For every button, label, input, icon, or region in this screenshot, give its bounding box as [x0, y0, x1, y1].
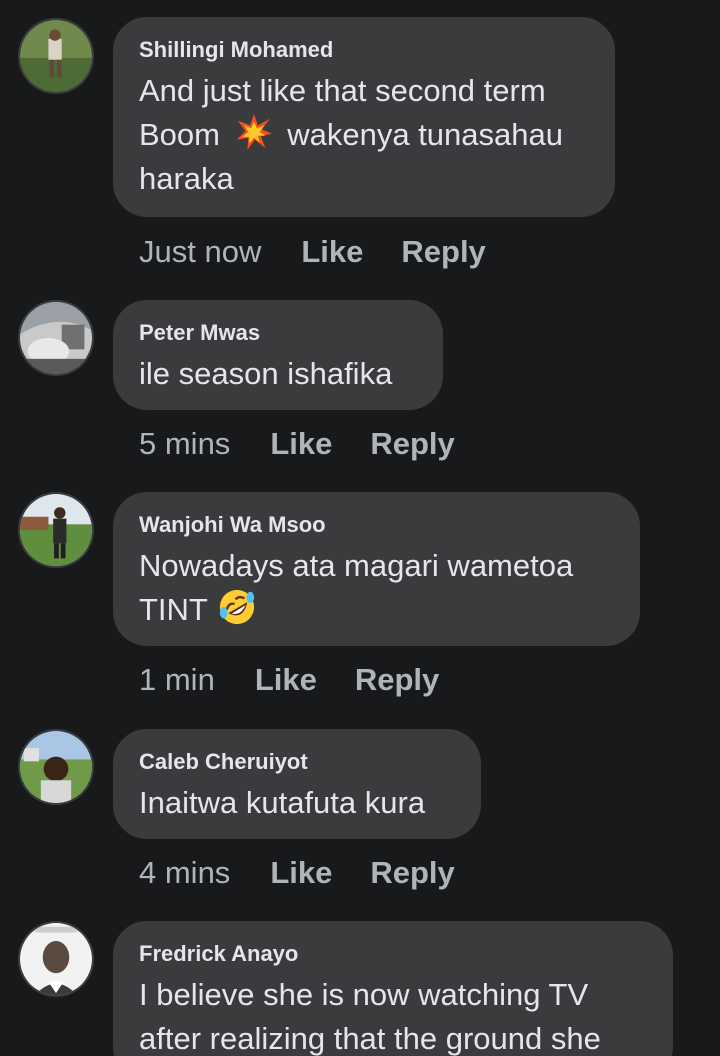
comment-timestamp[interactable]: 4 mins — [139, 855, 230, 891]
like-button[interactable]: Like — [255, 662, 317, 698]
like-button[interactable]: Like — [301, 234, 363, 270]
comment-timestamp[interactable]: 5 mins — [139, 426, 230, 462]
comment-actions: 1 min Like Reply — [139, 662, 477, 698]
collision-emoji-icon — [236, 113, 272, 151]
comment-author[interactable]: Fredrick Anayo — [139, 941, 647, 967]
rolling-laughing-emoji-icon — [219, 589, 255, 625]
comment-text-line: I believe she is now watching TV — [139, 977, 589, 1012]
avatar[interactable] — [18, 300, 94, 376]
comment-text: Inaitwa kutafuta kura — [139, 785, 426, 820]
avatar[interactable] — [18, 921, 94, 997]
reply-button[interactable]: Reply — [370, 855, 454, 891]
comment-text: And just like that second term Boom wake… — [139, 69, 589, 201]
avatar-photo-icon — [20, 494, 92, 566]
like-button[interactable]: Like — [270, 426, 332, 462]
like-button[interactable]: Like — [270, 855, 332, 891]
comment-text: Nowadays ata magari wametoa TINT — [139, 544, 614, 632]
avatar-photo-icon — [20, 20, 92, 92]
avatar-photo-icon — [20, 731, 92, 803]
comment-author[interactable]: Shillingi Mohamed — [139, 37, 589, 63]
comment-bubble: Fredrick Anayo I believe she is now watc… — [113, 921, 673, 1056]
comment-bubble: Shillingi Mohamed And just like that sec… — [113, 17, 615, 217]
comment-actions: 5 mins Like Reply — [139, 426, 493, 462]
comment-timestamp[interactable]: 1 min — [139, 662, 215, 698]
comments-feed: Shillingi Mohamed And just like that sec… — [0, 0, 720, 1056]
avatar[interactable] — [18, 492, 94, 568]
comment-bubble: Peter Mwas ile season ishafika — [113, 300, 443, 410]
comment-text-line: Nowadays ata magari wametoa — [139, 548, 574, 583]
comment-timestamp[interactable]: Just now — [139, 234, 261, 270]
comment-author[interactable]: Caleb Cheruiyot — [139, 749, 455, 775]
comment-text-line: TINT — [139, 588, 614, 632]
comment-bubble: Caleb Cheruiyot Inaitwa kutafuta kura — [113, 729, 481, 839]
reply-button[interactable]: Reply — [355, 662, 439, 698]
comment-actions: 4 mins Like Reply — [139, 855, 493, 891]
comment-author[interactable]: Peter Mwas — [139, 320, 417, 346]
avatar-photo-icon — [20, 923, 92, 995]
comment-author[interactable]: Wanjohi Wa Msoo — [139, 512, 614, 538]
comment-text-line: after realizing that the ground she — [139, 1021, 601, 1056]
comment-text: ile season ishafika — [139, 356, 393, 391]
comment-text: I believe she is now watching TV after r… — [139, 973, 647, 1056]
avatar-photo-icon — [20, 302, 92, 374]
comment-text-line: haraka — [139, 161, 234, 196]
reply-button[interactable]: Reply — [370, 426, 454, 462]
avatar[interactable] — [18, 729, 94, 805]
comment-text-line: Boom wakenya tunasahau — [139, 113, 589, 157]
comment-actions: Just now Like Reply — [139, 234, 524, 270]
reply-button[interactable]: Reply — [401, 234, 485, 270]
avatar[interactable] — [18, 18, 94, 94]
comment-bubble: Wanjohi Wa Msoo Nowadays ata magari wame… — [113, 492, 640, 646]
comment-text-line: And just like that second term — [139, 73, 546, 108]
